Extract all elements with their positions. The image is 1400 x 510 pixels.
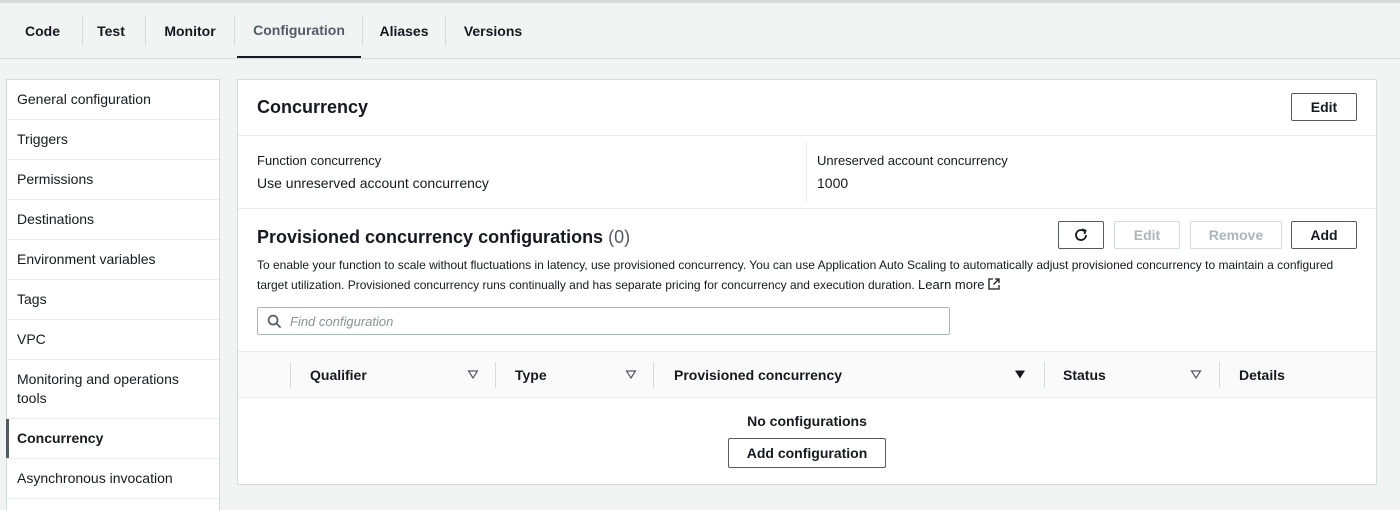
sidebar-item-triggers[interactable]: Triggers xyxy=(7,120,219,160)
tab-divider xyxy=(145,16,146,46)
tab-test[interactable]: Test xyxy=(86,3,136,58)
sidebar-item-permissions[interactable]: Permissions xyxy=(7,160,219,200)
search-input[interactable] xyxy=(290,310,940,332)
tab-aliases[interactable]: Aliases xyxy=(370,3,438,58)
tab-versions[interactable]: Versions xyxy=(454,3,532,58)
provisioned-title: Provisioned concurrency configurations (… xyxy=(257,227,630,248)
column-divider xyxy=(653,362,654,388)
sort-triangle-icon[interactable] xyxy=(625,368,637,380)
column-status[interactable]: Status xyxy=(1063,352,1106,397)
description-text: To enable your function to scale without… xyxy=(257,258,1334,292)
remove-button[interactable]: Remove xyxy=(1190,221,1282,249)
column-divider xyxy=(290,362,291,388)
sidebar-item-tags[interactable]: Tags xyxy=(7,280,219,320)
column-divider xyxy=(1219,362,1220,388)
add-configuration-button[interactable]: Add configuration xyxy=(728,438,886,468)
unreserved-concurrency-value: 1000 xyxy=(817,175,849,191)
concurrency-edit-button[interactable]: Edit xyxy=(1291,93,1357,121)
learn-more-text[interactable]: Learn more xyxy=(918,277,984,292)
learn-more-link[interactable]: Learn more xyxy=(918,277,1000,292)
provisioned-count: (0) xyxy=(608,227,631,247)
sort-descending-icon[interactable] xyxy=(1014,368,1026,380)
add-button[interactable]: Add xyxy=(1291,221,1357,249)
sidebar-item-vpc[interactable]: VPC xyxy=(7,320,219,360)
function-concurrency-value: Use unreserved account concurrency xyxy=(257,175,489,191)
sidebar-item-environment-variables[interactable]: Environment variables xyxy=(7,240,219,280)
search-box[interactable] xyxy=(257,307,950,335)
tab-divider xyxy=(234,16,235,46)
panel-header: Concurrency Edit xyxy=(238,80,1376,136)
provisioned-edit-button[interactable]: Edit xyxy=(1114,221,1180,249)
sidebar-item-general-configuration[interactable]: General configuration xyxy=(7,80,219,120)
external-link-icon xyxy=(987,278,1000,290)
search-icon xyxy=(267,314,282,329)
function-concurrency-label: Function concurrency xyxy=(257,153,382,168)
configuration-sidebar: General configuration Triggers Permissio… xyxy=(6,79,220,510)
table-header: Qualifier Type Provisioned concurrency S… xyxy=(238,351,1376,398)
sidebar-item-asynchronous-invocation[interactable]: Asynchronous invocation xyxy=(7,459,219,499)
sidebar-item-destinations[interactable]: Destinations xyxy=(7,200,219,240)
tab-code[interactable]: Code xyxy=(14,3,71,58)
sort-triangle-icon[interactable] xyxy=(1190,368,1202,380)
provisioned-description: To enable your function to scale without… xyxy=(257,256,1367,295)
concurrency-panel: Concurrency Edit Function concurrency Us… xyxy=(237,79,1377,485)
section-divider xyxy=(238,208,1376,209)
column-provisioned-concurrency[interactable]: Provisioned concurrency xyxy=(674,352,842,397)
column-details: Details xyxy=(1239,366,1285,383)
unreserved-concurrency-label: Unreserved account concurrency xyxy=(817,153,1008,168)
kv-divider xyxy=(806,142,807,202)
column-qualifier[interactable]: Qualifier xyxy=(310,352,367,397)
sidebar-item-concurrency[interactable]: Concurrency xyxy=(6,419,219,459)
sort-triangle-icon[interactable] xyxy=(467,368,479,380)
refresh-button[interactable] xyxy=(1058,221,1104,249)
tab-divider xyxy=(445,16,446,46)
tab-configuration[interactable]: Configuration xyxy=(237,3,361,58)
sidebar-item-monitoring[interactable]: Monitoring and operations tools xyxy=(7,360,219,419)
tab-divider xyxy=(82,16,83,46)
empty-state-text: No configurations xyxy=(747,413,867,429)
tab-monitor[interactable]: Monitor xyxy=(152,3,228,58)
tab-bar: Code Test Monitor Configuration Aliases … xyxy=(0,3,1400,59)
panel-title: Concurrency xyxy=(257,97,369,117)
column-divider xyxy=(1044,362,1045,388)
provisioned-title-text: Provisioned concurrency configurations xyxy=(257,227,604,247)
refresh-icon xyxy=(1075,228,1087,241)
column-divider xyxy=(495,362,496,388)
column-type[interactable]: Type xyxy=(515,352,547,397)
tab-divider xyxy=(362,16,363,46)
